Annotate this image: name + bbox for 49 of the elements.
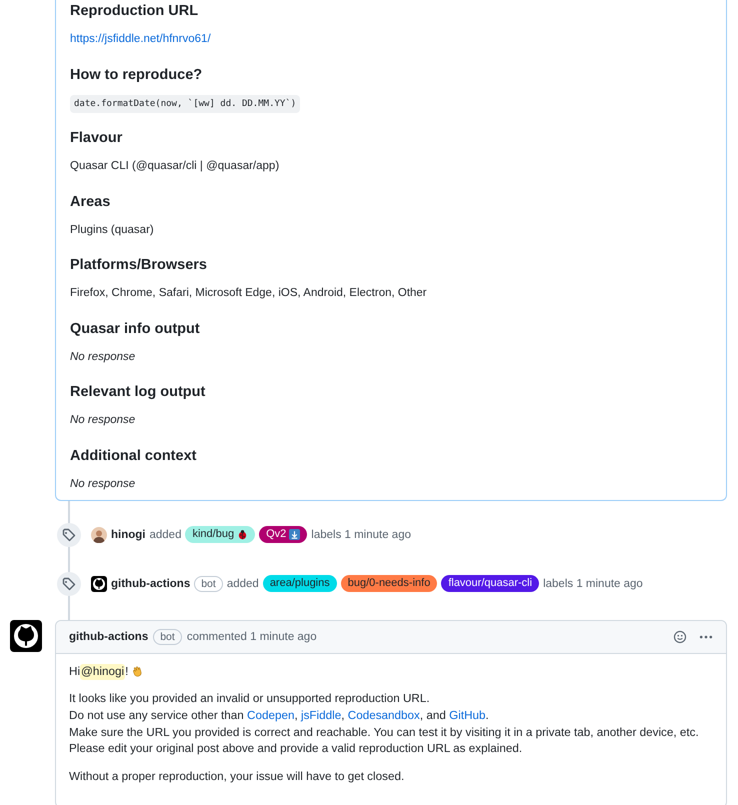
section-heading: Quasar info output (70, 320, 201, 338)
no-response-text: No response (70, 350, 136, 364)
arrow-square-icon (289, 529, 300, 540)
comment-paragraph: It looks like you provided an invalid or unsupported reproduction URL. Do not use any service other than Codepen, jsFiddle, Codesandbox, and GitHub. Make sure the URL you provided is correct and reachable. You can test it by visiting it in a private tab, another device, etc. Please edit your original post above and provide a valid reproduction URL as explained. (69, 691, 700, 758)
tag-icon (57, 572, 81, 596)
greeting-punctuation: ! (125, 664, 128, 680)
issue-label[interactable]: flavour/quasar-cli (441, 575, 540, 592)
code-snippet: date.formatDate(now, `[ww] dd. DD.MM.YY`) (70, 94, 300, 112)
section-heading: How to reproduce? (70, 66, 204, 84)
actor-name[interactable]: github-actions (111, 578, 190, 590)
link[interactable]: Codesandbox (348, 708, 420, 722)
section-heading: Areas (70, 192, 112, 212)
actor-name[interactable]: hinogi (111, 528, 146, 540)
event-time: labels 1 minute ago (543, 578, 643, 590)
avatar-icon[interactable] (91, 526, 107, 542)
octocat-icon[interactable] (10, 620, 42, 652)
section-heading: Flavour (70, 129, 124, 148)
issue-label[interactable]: area/plugins (262, 575, 337, 592)
link[interactable]: jsFiddle (300, 708, 342, 722)
no-response-text: No response (70, 476, 136, 492)
section-text: Quasar CLI (@quasar/cli | @quasar/app) (70, 159, 280, 174)
link[interactable]: GitHub (449, 708, 486, 722)
waving-hand-icon (131, 665, 144, 678)
octocat-icon[interactable] (91, 576, 107, 592)
ladybug-icon (237, 529, 248, 540)
bot-badge: bot (194, 576, 223, 592)
section-heading: Additional context (70, 446, 198, 466)
section-heading: Platforms/Browsers (70, 256, 208, 275)
link[interactable]: Codepen (247, 708, 294, 722)
reproduction-link[interactable]: https://jsfiddle.net/hfnrvo61/ (70, 31, 211, 47)
author-name[interactable]: github-actions (69, 630, 148, 642)
comment-time[interactable]: commented 1 minute ago (186, 630, 317, 642)
smiley-icon[interactable] (673, 630, 687, 644)
issue-label[interactable]: kind/bug (185, 526, 256, 543)
section-heading: Relevant log output (70, 383, 206, 402)
section-text: Plugins (quasar) (70, 222, 154, 238)
event-time: labels 1 minute ago (311, 528, 411, 540)
event-verb: added (150, 528, 182, 540)
user-mention[interactable]: @hinogi (80, 664, 126, 680)
no-response-text: No response (70, 413, 136, 428)
comment-paragraph: Without a proper reproduction, your issue will have to get closed. (69, 769, 406, 786)
bot-badge: bot (153, 628, 182, 644)
section-text: Firefox, Chrome, Safari, Microsoft Edge, iOS, Android, Electron, Other (70, 286, 427, 301)
section-heading: Reproduction URL (70, 2, 200, 21)
issue-label[interactable]: bug/0-needs-info (340, 575, 438, 592)
event-verb: added (226, 578, 259, 590)
issue-label[interactable]: Qv2 (259, 526, 308, 543)
tag-icon (57, 522, 81, 546)
greeting-text: Hi (69, 664, 80, 680)
